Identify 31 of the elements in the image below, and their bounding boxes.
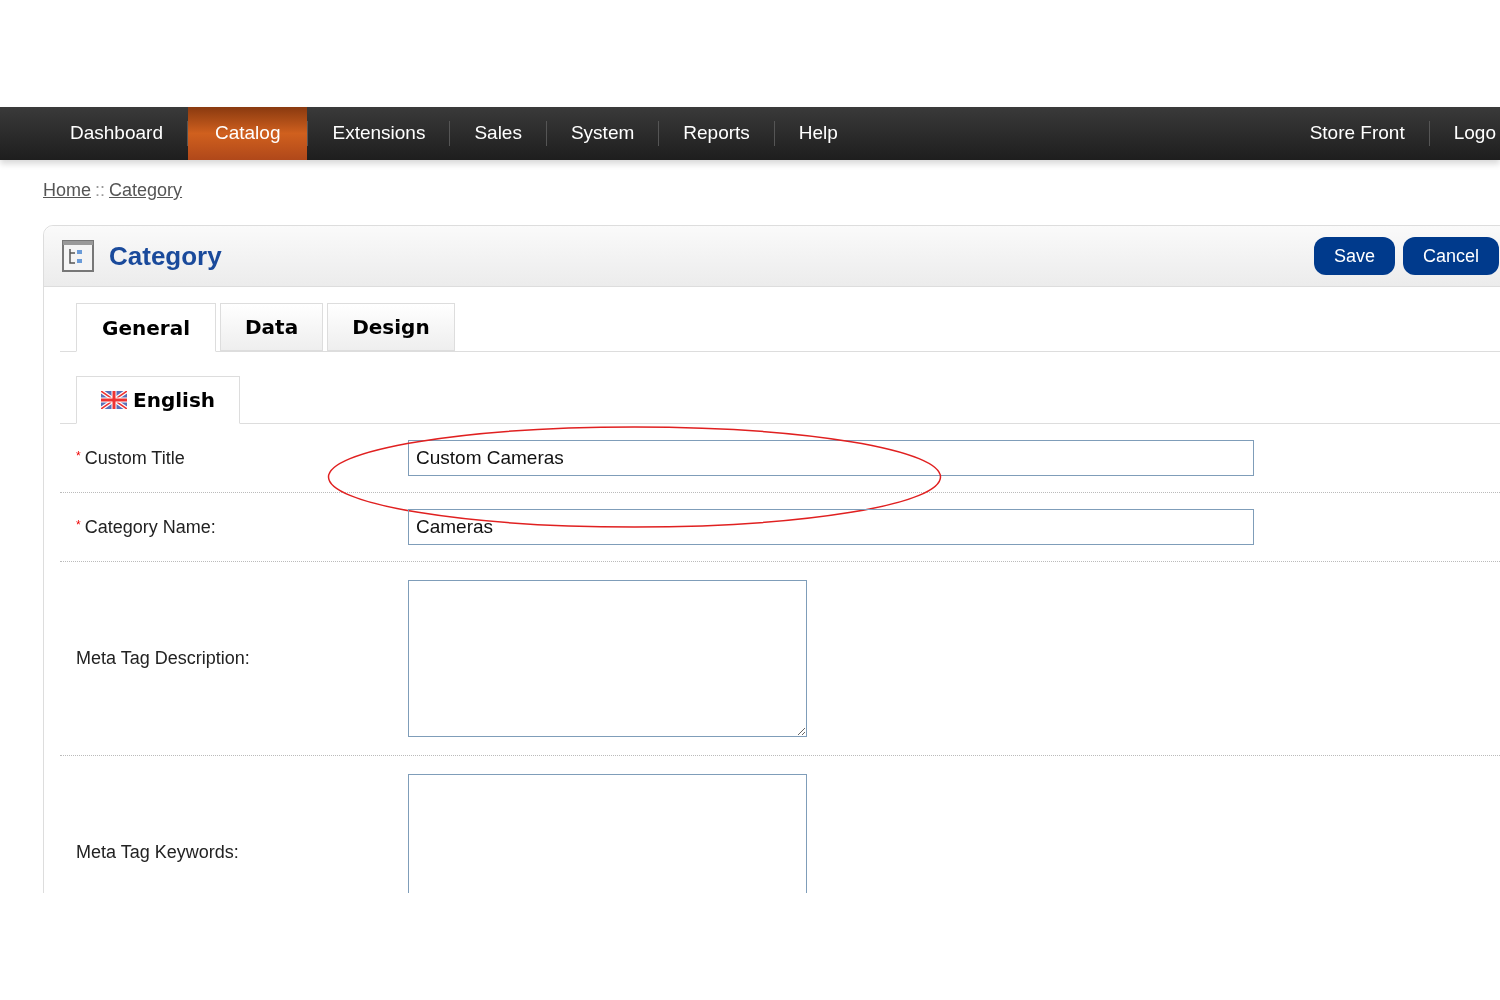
nav-link[interactable]: Extensions bbox=[308, 107, 450, 160]
nav-link[interactable]: Dashboard bbox=[46, 107, 187, 160]
flag-icon bbox=[101, 391, 127, 409]
panel-title: Category bbox=[109, 239, 222, 273]
nav-link[interactable]: Help bbox=[774, 107, 862, 160]
breadcrumb-separator: :: bbox=[95, 179, 106, 202]
nav-link[interactable]: Logo bbox=[1429, 107, 1500, 160]
language-tab[interactable]: English bbox=[76, 376, 241, 424]
field-label: Meta Tag Keywords: bbox=[76, 841, 239, 864]
nav-link[interactable]: Store Front bbox=[1285, 107, 1429, 160]
field-label: Category Name: bbox=[84, 515, 216, 539]
text-input-field[interactable]: Cameras bbox=[408, 509, 1254, 545]
action-button[interactable]: Save bbox=[1313, 237, 1395, 275]
nav-link[interactable]: System bbox=[546, 107, 659, 160]
required-asterisk: * bbox=[76, 516, 81, 534]
required-asterisk: * bbox=[76, 447, 81, 465]
tab[interactable]: Data bbox=[220, 303, 324, 351]
field-label: Custom Title bbox=[84, 446, 185, 470]
textarea-field[interactable] bbox=[408, 774, 807, 893]
breadcrumb-link[interactable]: Home bbox=[43, 177, 91, 204]
breadcrumb-link[interactable]: Category bbox=[109, 177, 183, 204]
nav-link[interactable]: Catalog bbox=[187, 107, 308, 160]
nav-link[interactable]: Reports bbox=[659, 107, 774, 160]
tab[interactable]: General bbox=[76, 303, 216, 352]
action-button[interactable]: Cancel bbox=[1402, 237, 1499, 275]
field-label: Meta Tag Description: bbox=[76, 647, 250, 670]
category-tree-icon bbox=[62, 240, 94, 272]
text-input-field[interactable]: Custom Cameras bbox=[408, 440, 1254, 476]
textarea-field[interactable] bbox=[408, 580, 807, 737]
nav-link[interactable]: Sales bbox=[450, 107, 546, 160]
tab[interactable]: Design bbox=[327, 303, 455, 351]
